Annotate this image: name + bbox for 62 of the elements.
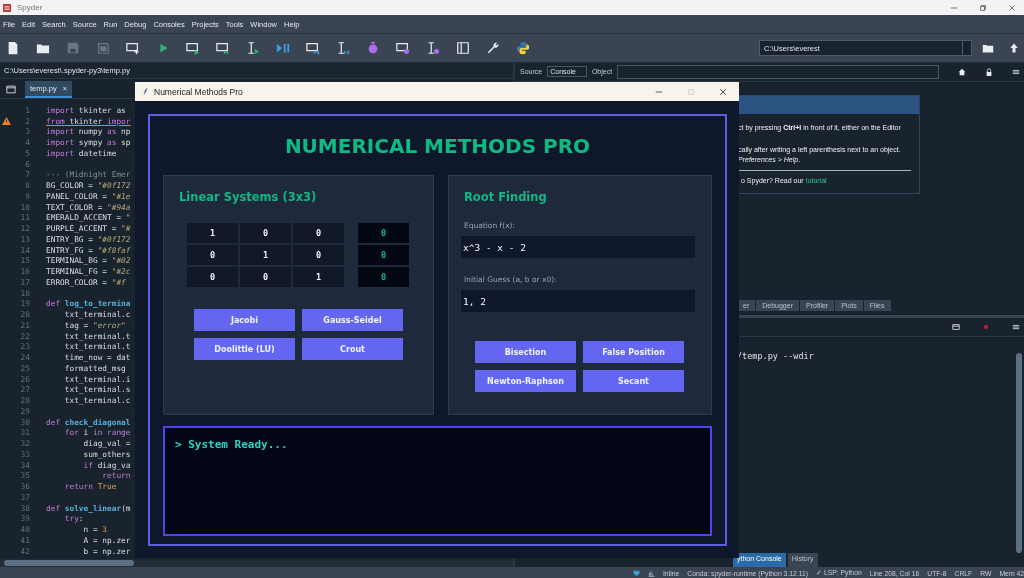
matrix-input[interactable]: 0 xyxy=(187,245,238,265)
matrix-input[interactable]: 0 xyxy=(240,267,291,287)
menu-icon[interactable] xyxy=(1012,323,1020,332)
app-heading: NUMERICAL METHODS PRO xyxy=(283,134,592,158)
dialog-title: Numerical Methods Pro xyxy=(154,86,243,97)
menu-icon[interactable] xyxy=(1012,67,1021,76)
spyder-logo-icon xyxy=(3,3,11,12)
matrix-input[interactable]: 0 xyxy=(240,223,291,243)
wrench-icon[interactable] xyxy=(486,41,500,55)
object-field[interactable] xyxy=(617,64,940,79)
panel-heading: Linear Systems (3x3) xyxy=(179,190,318,204)
terminal-text: > System Ready... xyxy=(175,438,289,451)
method-button[interactable]: Crout xyxy=(302,338,403,360)
cell-debug-icon[interactable] xyxy=(306,41,320,55)
cell-forward-icon[interactable] xyxy=(216,41,230,55)
feather-icon xyxy=(143,87,148,96)
cursor-play-icon[interactable] xyxy=(246,41,260,55)
bar-chart-icon xyxy=(648,569,655,577)
cursor-timer-icon[interactable] xyxy=(426,41,440,55)
method-button[interactable]: Bisection xyxy=(475,341,576,363)
matrix-input[interactable]: 0 xyxy=(187,267,238,287)
vector-input[interactable]: 0 xyxy=(358,245,409,265)
lock-icon[interactable] xyxy=(985,67,994,76)
method-button[interactable]: Doolittle (LU) xyxy=(194,338,295,360)
console-output: /temp.py --wdir xyxy=(737,351,814,362)
vector-input[interactable]: 0 xyxy=(358,223,409,243)
window-icon[interactable] xyxy=(952,323,960,332)
close-icon[interactable] xyxy=(1008,3,1016,12)
heart-icon[interactable] xyxy=(633,569,640,577)
scrollbar-thumb[interactable] xyxy=(4,560,134,566)
matrix-input[interactable]: 0 xyxy=(293,245,344,265)
method-button[interactable]: Jacobi xyxy=(194,309,295,331)
matrix-input[interactable]: 1 xyxy=(293,267,344,287)
cell-play-icon[interactable] xyxy=(186,41,200,55)
stop-icon[interactable] xyxy=(982,323,990,332)
python-logo-icon[interactable] xyxy=(516,41,530,55)
play-pause-icon[interactable] xyxy=(276,41,290,55)
method-button[interactable]: False Position xyxy=(583,341,684,363)
guess-field[interactable]: 1, 2 xyxy=(461,290,695,312)
new-cell-icon[interactable] xyxy=(126,41,140,55)
up-arrow-icon[interactable] xyxy=(1008,42,1020,54)
equation-field[interactable]: x^3 - x - 2 xyxy=(461,236,695,258)
file-icon[interactable] xyxy=(6,41,20,55)
panel-icon[interactable] xyxy=(456,41,470,55)
matrix-input[interactable]: 1 xyxy=(240,245,291,265)
close-icon[interactable] xyxy=(719,87,727,96)
matrix-input[interactable]: 1 xyxy=(187,223,238,243)
panel-heading: Root Finding xyxy=(464,190,548,204)
vector-input[interactable]: 0 xyxy=(358,267,409,287)
timer-icon[interactable] xyxy=(366,41,380,55)
cell-timer-icon[interactable] xyxy=(396,41,410,55)
matrix-input[interactable]: 0 xyxy=(293,223,344,243)
window-icon[interactable] xyxy=(6,85,16,94)
method-button[interactable]: Gauss-Seidel xyxy=(302,309,403,331)
window-title: Spyder xyxy=(17,3,43,12)
folder-icon[interactable] xyxy=(982,42,994,54)
restore-icon[interactable] xyxy=(979,3,987,12)
method-button[interactable]: Newton-Raphson xyxy=(475,370,576,392)
cursor-debug-icon[interactable] xyxy=(336,41,350,55)
scrollbar-thumb[interactable] xyxy=(1016,353,1022,554)
method-button[interactable]: Secant xyxy=(583,370,684,392)
home-icon[interactable] xyxy=(958,67,967,76)
